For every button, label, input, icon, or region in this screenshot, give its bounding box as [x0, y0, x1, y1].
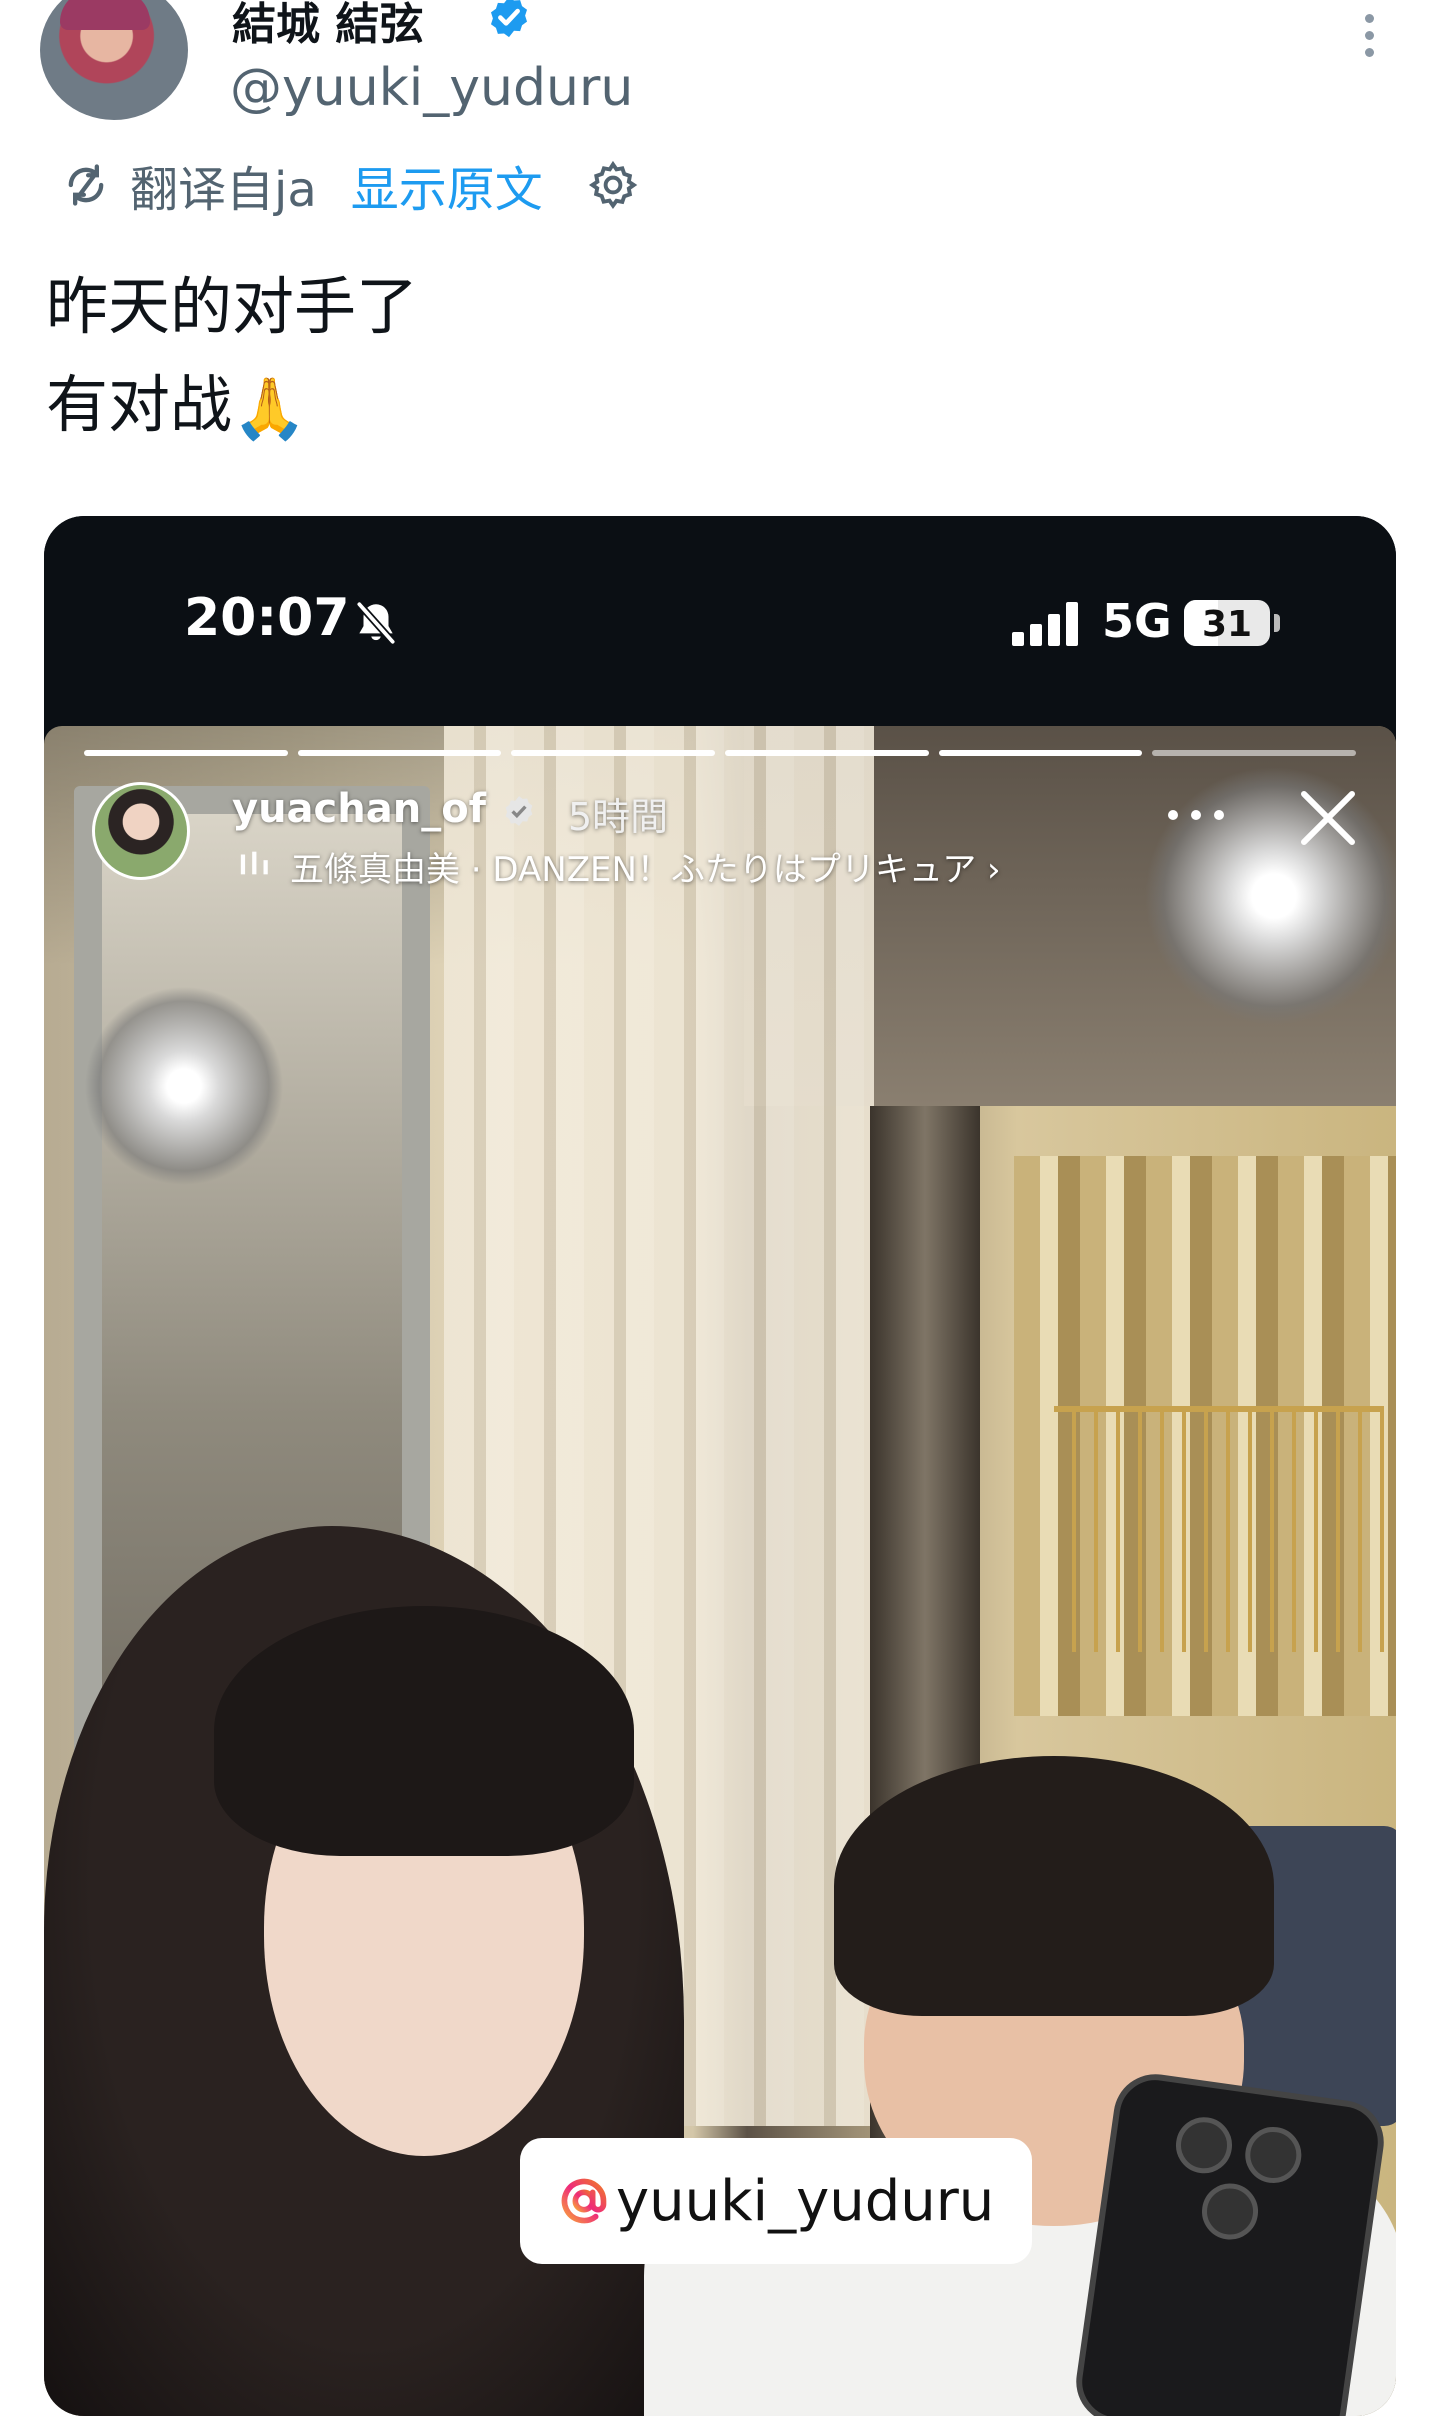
music-bars-icon	[240, 851, 268, 875]
battery-level: 31	[1201, 604, 1253, 645]
photo-smartphone	[1070, 2068, 1390, 2416]
tweet-text: 昨天的对手了 有对战🙏	[46, 258, 418, 458]
verified-badge-icon	[490, 0, 528, 38]
phone-status-bar: 20:07 5G 31	[44, 516, 1396, 726]
mention-username: yuuki_yuduru	[616, 2168, 995, 2234]
gear-icon[interactable]	[587, 159, 639, 211]
tweet-media-image[interactable]: 20:07 5G 31 yuachan_of 5時間 五條真由美 · DANZE…	[44, 516, 1396, 2416]
photo-wall-art	[1054, 1406, 1384, 1652]
photo-woman-bangs	[214, 1606, 634, 1856]
pray-emoji: 🙏	[232, 373, 307, 444]
translation-bar: 翻译自ja 显示原文	[60, 150, 639, 220]
translated-from-label: 翻译自ja	[130, 162, 317, 218]
cellular-signal-icon	[1012, 602, 1082, 646]
story-more-icon[interactable]	[1168, 810, 1224, 826]
network-type: 5G	[1102, 594, 1172, 648]
photo-chandelier-reflection	[84, 986, 284, 1186]
story-user-avatar[interactable]	[92, 782, 190, 880]
tweet-text-line-1: 昨天的对手了	[46, 270, 419, 343]
author-display-name[interactable]: 結城 結弦	[232, 0, 423, 52]
story-photo: yuachan_of 5時間 五條真由美 · DANZEN！ふたりはプリキュア …	[44, 726, 1396, 2416]
bell-muted-icon	[356, 601, 396, 645]
more-options-icon[interactable]	[1354, 14, 1384, 70]
translate-icon	[68, 164, 104, 206]
battery-icon: 31	[1184, 600, 1270, 646]
close-icon[interactable]	[1292, 782, 1364, 854]
story-music-label[interactable]: 五條真由美 · DANZEN！ふたりはプリキュア ›	[290, 842, 1001, 891]
story-progress-bar	[84, 750, 1357, 756]
mention-sticker[interactable]: yuuki_yuduru	[520, 2138, 1033, 2264]
story-verified-icon	[505, 796, 533, 826]
at-sign-icon	[561, 2178, 607, 2224]
story-time-ago: 5時間	[568, 795, 669, 839]
story-username[interactable]: yuachan_of	[232, 786, 486, 832]
author-avatar[interactable]	[40, 0, 188, 120]
photo-man-hair	[834, 1756, 1274, 2016]
tweet-text-line-2: 有对战	[46, 368, 233, 441]
author-handle[interactable]: @yuuki_yuduru	[230, 58, 633, 118]
status-time: 20:07	[184, 588, 350, 648]
battery-tip	[1274, 614, 1280, 632]
show-original-link[interactable]: 显示原文	[351, 150, 543, 220]
